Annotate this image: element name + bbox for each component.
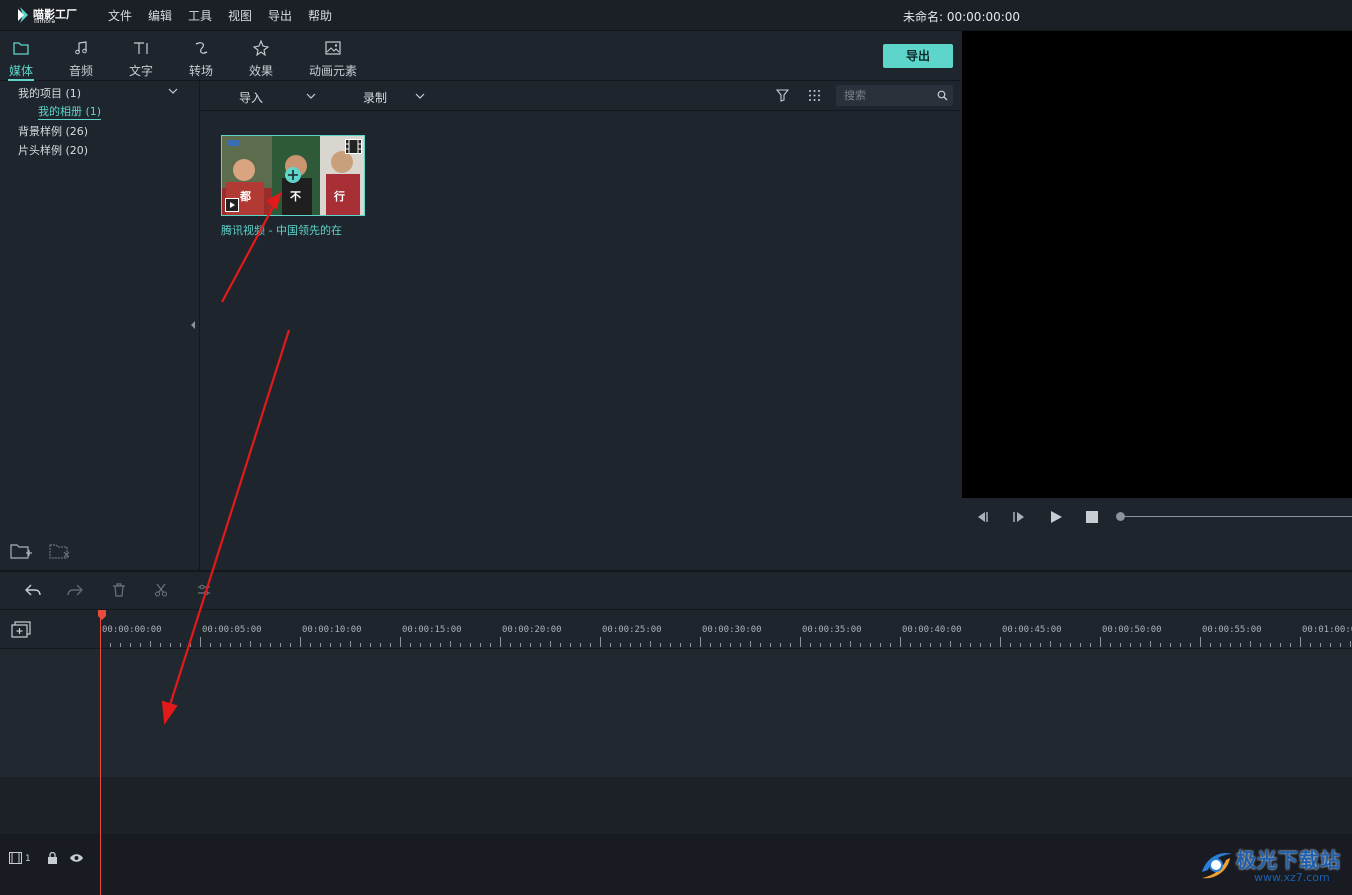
ruler-tick-label: 00:00:20:00: [502, 625, 562, 635]
sidebar-item-background-samples[interactable]: 背景样例 (26): [18, 123, 88, 139]
project-title: 未命名: 00:00:00:00: [903, 10, 1021, 24]
menu-bar: 喵影工厂 filmora 文件 编辑 工具 视图 导出 帮助 未命名: 00:0…: [0, 0, 1352, 31]
search-box: [836, 85, 953, 106]
menu-edit[interactable]: 编辑: [148, 7, 172, 24]
tab-audio[interactable]: 音频: [60, 31, 102, 81]
tab-media-label: 媒体: [8, 64, 33, 78]
film-strip-icon: [345, 139, 362, 154]
previous-frame-icon[interactable]: [975, 510, 989, 524]
redo-icon[interactable]: [67, 583, 83, 597]
sidebar-item-my-album[interactable]: 我的相册 (1): [38, 103, 102, 120]
delete-folder-icon[interactable]: [49, 542, 71, 560]
sidebar-item-intro-samples[interactable]: 片头样例 (20): [18, 142, 88, 158]
collapse-panel-icon[interactable]: [190, 320, 196, 330]
ruler-tick-label: 00:00:35:00: [802, 625, 862, 635]
tab-text-label: 文字: [128, 64, 153, 78]
search-icon[interactable]: [937, 90, 948, 101]
tab-audio-label: 音频: [68, 64, 93, 78]
timeline-header-left: [0, 610, 100, 649]
track-controls-area: 1: [0, 834, 1352, 895]
menu-view[interactable]: 视图: [228, 7, 252, 24]
menu-tools[interactable]: 工具: [188, 7, 212, 24]
preview-screen: [962, 31, 1352, 498]
tab-media[interactable]: 媒体: [0, 31, 42, 81]
chevron-down-icon[interactable]: [415, 93, 425, 99]
export-button[interactable]: 导出: [883, 44, 953, 68]
ruler-tick-label: 00:00:25:00: [602, 625, 662, 635]
eye-icon[interactable]: [69, 853, 84, 863]
ruler-tick-label: 00:00:15:00: [402, 625, 462, 635]
playhead-line: [100, 618, 101, 895]
lock-icon[interactable]: [47, 852, 58, 864]
effects-icon: [252, 40, 270, 56]
video-type-icon: [225, 198, 239, 212]
ruler-tick-label: 00:00:30:00: [702, 625, 762, 635]
track-number: 1: [25, 854, 31, 864]
library-tabs: 媒体 音频 文字 转场 效果 动画元素: [0, 31, 960, 81]
next-frame-icon[interactable]: [1012, 510, 1026, 524]
add-to-timeline-icon[interactable]: [284, 166, 302, 184]
timeline-toolbar: [0, 570, 1352, 610]
timeline-ruler[interactable]: 00:00:00:00 00:00:05:00 00:00:10:00 00:00:1…: [100, 610, 1352, 649]
folder-icon: [13, 42, 29, 55]
grid-view-icon[interactable]: [808, 89, 821, 102]
site-watermark: 极光下载站 www.xz7.com: [1196, 842, 1346, 888]
adjust-icon[interactable]: [197, 583, 211, 597]
chevron-down-icon[interactable]: [168, 88, 178, 94]
delete-icon[interactable]: [112, 583, 126, 597]
tab-effects[interactable]: 效果: [240, 31, 282, 81]
search-input[interactable]: [844, 87, 934, 103]
thumb-caption-2: 不: [290, 190, 301, 203]
chevron-down-icon[interactable]: [306, 93, 316, 99]
media-sidebar: 我的项目 (1) 我的相册 (1) 背景样例 (26) 片头样例 (20): [0, 81, 200, 570]
stop-icon[interactable]: [1086, 511, 1098, 523]
ruler-tick-label: 00:00:00:00: [102, 625, 162, 635]
media-thumbnail[interactable]: 都 不 行: [221, 135, 365, 216]
preview-progress-track[interactable]: [1125, 516, 1352, 517]
media-item-title[interactable]: 腾讯视频 - 中国领先的在: [221, 222, 342, 238]
play-icon[interactable]: [1049, 510, 1063, 524]
tab-elements[interactable]: 动画元素: [304, 31, 362, 81]
music-note-icon: [75, 41, 87, 55]
import-dropdown-label[interactable]: 导入: [239, 89, 263, 106]
record-dropdown-label[interactable]: 录制: [363, 89, 387, 106]
video-track-icon: [9, 852, 22, 864]
transition-icon: [195, 42, 208, 54]
new-folder-icon[interactable]: [10, 542, 32, 560]
sidebar-item-my-project[interactable]: 我的项目 (1): [18, 85, 81, 101]
watermark-url: www.xz7.com: [1254, 871, 1330, 884]
undo-icon[interactable]: [25, 583, 41, 597]
ruler-tick-label: 00:01:00:00: [1302, 625, 1352, 635]
preview-controls: [962, 498, 1352, 570]
app-window: 喵影工厂 filmora 文件 编辑 工具 视图 导出 帮助 未命名: 00:0…: [0, 0, 1352, 895]
preview-progress-knob[interactable]: [1116, 512, 1125, 521]
ruler-tick-label: 00:00:45:00: [1002, 625, 1062, 635]
tab-transition[interactable]: 转场: [180, 31, 222, 81]
ruler-tick-label: 00:00:05:00: [202, 625, 262, 635]
filmora-logo-icon: [18, 7, 28, 23]
ruler-tick-label: 00:00:40:00: [902, 625, 962, 635]
audio-track[interactable]: [0, 777, 1352, 834]
menu-export[interactable]: 导出: [268, 7, 292, 24]
menu-help[interactable]: 帮助: [308, 7, 332, 24]
app-logo: 喵影工厂 filmora: [18, 5, 78, 27]
tab-text[interactable]: 文字: [120, 31, 162, 81]
tab-elements-label: 动画元素: [308, 64, 357, 78]
tab-effects-label: 效果: [248, 64, 273, 78]
add-track-icon[interactable]: [11, 621, 31, 638]
menu-file[interactable]: 文件: [108, 7, 132, 24]
filter-icon[interactable]: [776, 89, 789, 102]
watermark-logo-icon: [1202, 852, 1232, 879]
split-icon[interactable]: [154, 583, 168, 597]
watermark-text: 极光下载站: [1236, 848, 1341, 872]
tab-transition-label: 转场: [188, 64, 213, 78]
text-icon: [134, 42, 148, 54]
video-track[interactable]: [0, 649, 1352, 777]
ruler-tick-label: 00:00:10:00: [302, 625, 362, 635]
logo-subtext: filmora: [34, 18, 56, 25]
ruler-tick-label: 00:00:55:00: [1202, 625, 1262, 635]
ruler-tick-label: 00:00:50:00: [1102, 625, 1162, 635]
image-icon: [325, 41, 341, 55]
thumb-caption-3: 行: [334, 190, 345, 203]
